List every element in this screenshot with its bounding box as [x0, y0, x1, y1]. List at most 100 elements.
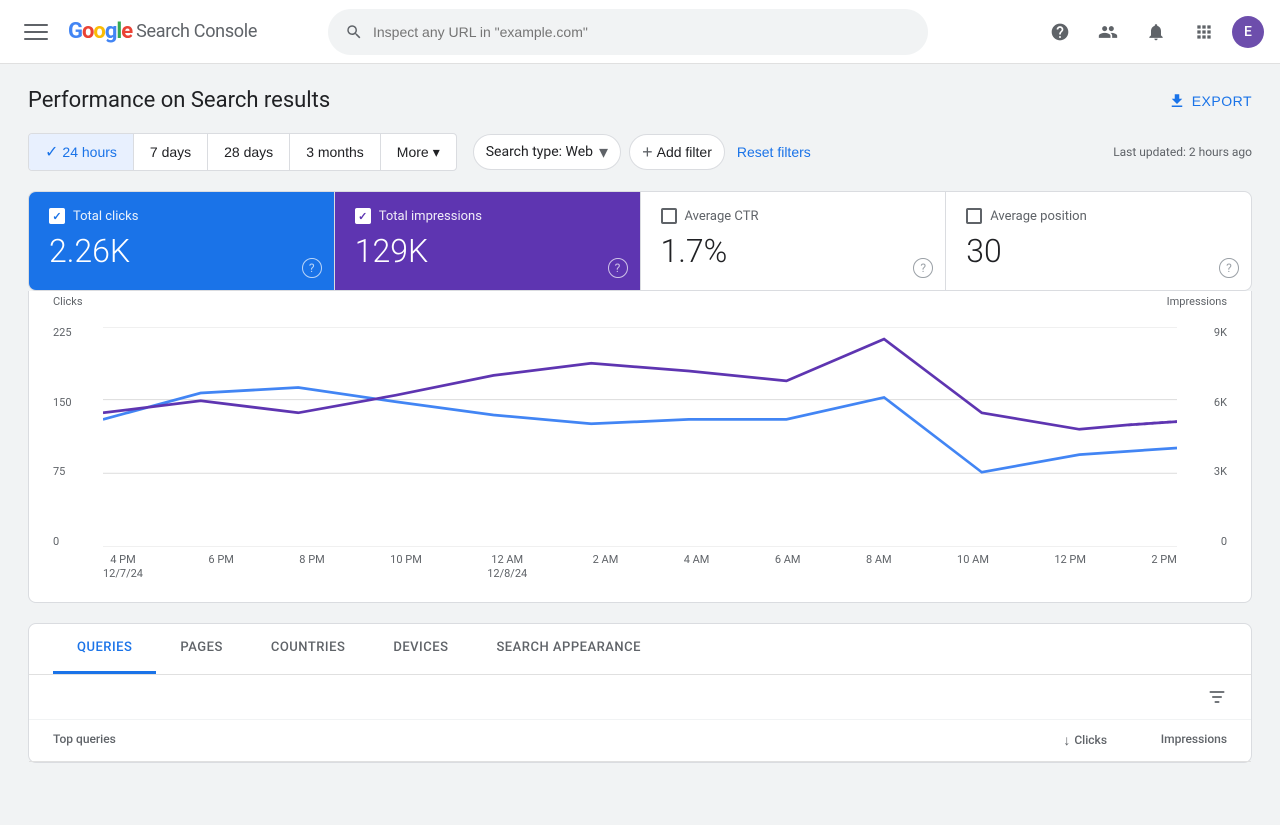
chevron-down-icon: ▾ [433, 144, 440, 161]
last-updated-text: Last updated: 2 hours ago [1113, 145, 1252, 159]
col-header-impressions: Impressions [1107, 732, 1227, 749]
hamburger-icon [24, 20, 48, 44]
check-icon: ✓ [45, 142, 58, 162]
x-label-6am: 6 AM [775, 553, 801, 582]
x-label-10am: 10 AM [957, 553, 989, 582]
y-left-label-225: 225 [53, 327, 103, 338]
add-filter-label: Add filter [657, 144, 712, 160]
metric-total-clicks[interactable]: ✓ Total clicks 2.26K ? [29, 192, 335, 290]
y-axis-right: 9K 6K 3K 0 [1177, 327, 1227, 547]
check-mark-icon: ✓ [358, 210, 367, 223]
tabs-container: QUERIES PAGES COUNTRIES DEVICES SEARCH A… [28, 623, 1252, 763]
url-search-input[interactable] [373, 24, 911, 40]
notifications-button[interactable] [1136, 12, 1176, 52]
x-label-2pm: 2 PM [1151, 553, 1176, 582]
x-label-6pm: 6 PM [208, 553, 233, 582]
x-label-4am: 4 AM [684, 553, 710, 582]
metric-header-position: Average position [966, 208, 1231, 224]
impressions-help-icon[interactable]: ? [608, 258, 628, 278]
x-axis-labels: 4 PM12/7/24 6 PM 8 PM 10 PM 12 AM12/8/24… [53, 547, 1227, 582]
metric-avg-ctr[interactable]: Average CTR 1.7% ? [641, 192, 947, 290]
filter-28days-label: 28 days [224, 144, 273, 160]
y-right-label-6k: 6K [1177, 397, 1227, 408]
x-label-10pm: 10 PM [390, 553, 422, 582]
hamburger-menu-button[interactable] [16, 12, 56, 52]
y-axis-right-title: Impressions [1167, 295, 1227, 308]
col-header-clicks: ↓ Clicks [987, 732, 1107, 749]
chart-lines [103, 327, 1177, 547]
chart-area: 225 150 75 0 9K 6K 3K 0 [53, 327, 1227, 547]
chevron-down-icon: ▾ [599, 142, 608, 163]
tabs-header: QUERIES PAGES COUNTRIES DEVICES SEARCH A… [29, 624, 1251, 675]
main-content: Performance on Search results EXPORT ✓ 2… [0, 64, 1280, 787]
logo-area: Google Search Console [68, 19, 257, 44]
export-button[interactable]: EXPORT [1168, 92, 1252, 110]
export-label: EXPORT [1192, 93, 1252, 109]
help-button[interactable] [1040, 12, 1080, 52]
page-header: Performance on Search results EXPORT [28, 88, 1252, 113]
tab-devices[interactable]: DEVICES [369, 624, 472, 674]
clicks-help-icon[interactable]: ? [302, 258, 322, 278]
table-filter-button[interactable] [1199, 683, 1235, 711]
filter-more-label: More [397, 144, 429, 160]
ctr-help-icon[interactable]: ? [913, 258, 933, 278]
y-left-label-0: 0 [53, 536, 103, 547]
chart-svg [103, 327, 1177, 547]
download-icon [1168, 92, 1186, 110]
y-right-label-9k: 9K [1177, 327, 1227, 338]
metric-header-clicks: ✓ Total clicks [49, 208, 314, 224]
sort-arrow-icon: ↓ [1063, 732, 1070, 749]
filter-bar: ✓ 24 hours 7 days 28 days 3 months More … [28, 133, 1252, 171]
url-search-bar[interactable] [328, 9, 928, 55]
x-label-8am: 8 AM [866, 553, 892, 582]
filter-7days[interactable]: 7 days [134, 134, 208, 170]
filter-more[interactable]: More ▾ [381, 134, 456, 170]
x-label-2am: 2 AM [593, 553, 619, 582]
time-filter-group: ✓ 24 hours 7 days 28 days 3 months More … [28, 133, 457, 171]
ctr-value: 1.7% [661, 232, 926, 270]
add-filter-button[interactable]: + Add filter [629, 134, 725, 170]
tab-pages[interactable]: PAGES [156, 624, 246, 674]
position-help-icon[interactable]: ? [1219, 258, 1239, 278]
google-logo: Google [68, 19, 132, 44]
y-axis-left: 225 150 75 0 [53, 327, 103, 547]
tab-queries[interactable]: QUERIES [53, 624, 156, 674]
search-type-label: Search type: Web [486, 144, 593, 160]
top-navigation: Google Search Console [0, 0, 1280, 64]
help-icon [1050, 22, 1070, 42]
filter-3months[interactable]: 3 months [290, 134, 381, 170]
page-title: Performance on Search results [28, 88, 330, 113]
y-left-label-75: 75 [53, 466, 103, 477]
clicks-col-label: Clicks [1074, 733, 1107, 747]
search-type-filter[interactable]: Search type: Web ▾ [473, 134, 621, 170]
position-checkbox [966, 208, 982, 224]
avatar[interactable]: E [1232, 16, 1264, 48]
filter-24hours[interactable]: ✓ 24 hours [29, 134, 134, 170]
filter-chips: Search type: Web ▾ + Add filter [473, 134, 725, 170]
y-right-label-3k: 3K [1177, 466, 1227, 477]
filter-28days[interactable]: 28 days [208, 134, 290, 170]
tab-search-appearance[interactable]: SEARCH APPEARANCE [472, 624, 665, 674]
people-button[interactable] [1088, 12, 1128, 52]
nav-right: E [1040, 12, 1264, 52]
tab-countries[interactable]: COUNTRIES [247, 624, 370, 674]
clicks-label: Total clicks [73, 209, 138, 224]
nav-left: Google Search Console [16, 12, 316, 52]
position-value: 30 [966, 232, 1231, 270]
apps-button[interactable] [1184, 12, 1224, 52]
metrics-row: ✓ Total clicks 2.26K ? ✓ Total impressio… [28, 191, 1252, 291]
tabs-toolbar [29, 675, 1251, 720]
impressions-value: 129K [355, 232, 620, 270]
filter-icon [1207, 687, 1227, 707]
metric-avg-position[interactable]: Average position 30 ? [946, 192, 1251, 290]
y-axis-left-title: Clicks [53, 295, 83, 308]
reset-filters-button[interactable]: Reset filters [737, 144, 811, 160]
filter-3months-label: 3 months [306, 144, 364, 160]
clicks-checkbox: ✓ [49, 208, 65, 224]
ctr-label: Average CTR [685, 209, 759, 224]
metric-total-impressions[interactable]: ✓ Total impressions 129K ? [335, 192, 641, 290]
x-label-12am: 12 AM12/8/24 [487, 553, 527, 582]
impressions-label: Total impressions [379, 209, 482, 224]
apps-icon [1194, 22, 1214, 42]
filter-7days-label: 7 days [150, 144, 191, 160]
